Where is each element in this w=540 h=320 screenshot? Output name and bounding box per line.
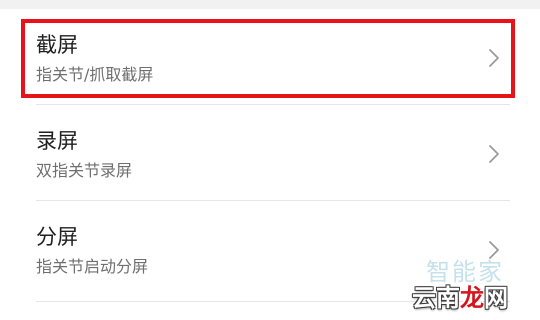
watermark: 智能家 .com 云南龙网 (412, 252, 532, 314)
setting-subtitle: 指关节/抓取截屏 (36, 65, 154, 84)
chevron-right-icon (488, 48, 500, 68)
watermark-line2-accent: 龙 (460, 284, 484, 312)
chevron-right-icon (488, 144, 500, 164)
setting-title: 截屏 (36, 33, 78, 57)
setting-title: 录屏 (36, 129, 78, 153)
watermark-line2-end: 网 (484, 284, 508, 312)
setting-subtitle: 指关节启动分屏 (36, 257, 149, 276)
watermark-line2: 云南龙网 (412, 278, 508, 313)
setting-item-screen-record[interactable]: 录屏 双指关节录屏 (0, 105, 540, 201)
top-strip (0, 0, 540, 9)
setting-title: 分屏 (36, 225, 78, 249)
setting-subtitle: 双指关节录屏 (36, 161, 133, 180)
watermark-line2-main: 云南 (412, 284, 460, 312)
setting-item-screenshot[interactable]: 截屏 指关节/抓取截屏 (0, 9, 540, 105)
